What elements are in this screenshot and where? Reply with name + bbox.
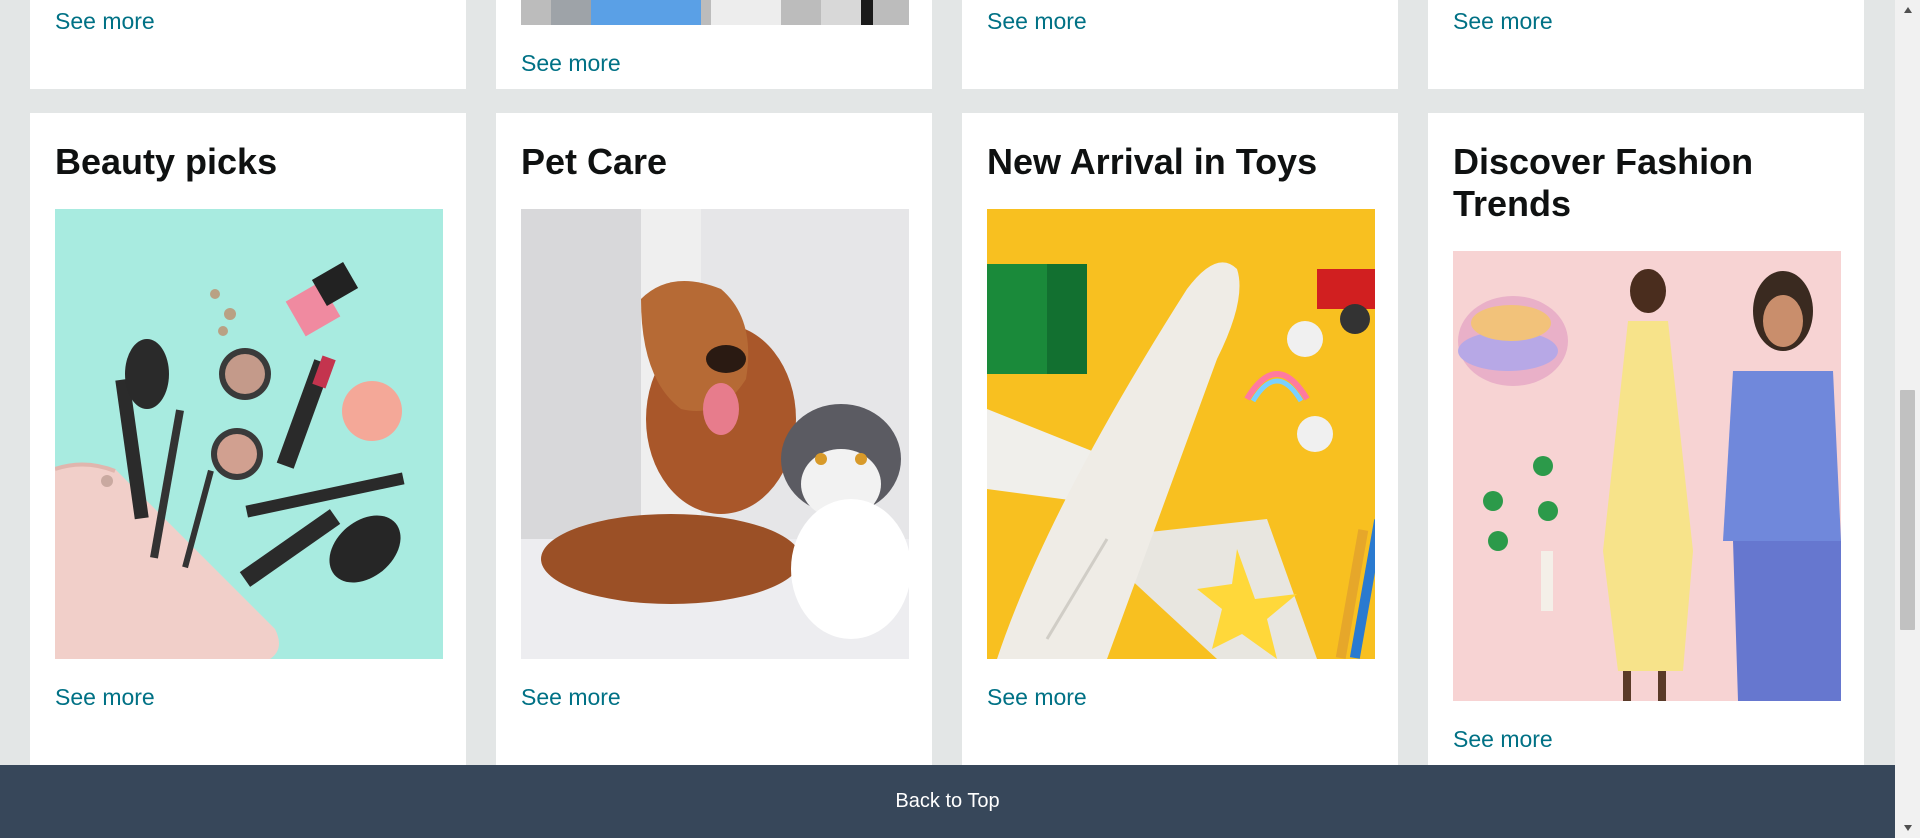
card-title: Discover Fashion Trends [1453,141,1754,224]
scrollbar-thumb[interactable] [1900,390,1915,630]
see-more-link[interactable]: See more [987,8,1087,35]
see-more-link[interactable]: See more [521,684,621,711]
see-more-link[interactable]: See more [987,684,1087,711]
see-more-link[interactable]: See more [55,684,155,711]
scroll-up-icon[interactable] [1895,0,1920,20]
back-to-top-button[interactable]: Back to Top [0,765,1895,838]
makeup-flatlay-image[interactable] [55,209,443,659]
see-more-link[interactable]: See more [521,50,621,77]
scroll-down-icon[interactable] [1895,818,1920,838]
card-top-2: See more [496,0,932,89]
card-title: Beauty picks [55,141,278,182]
see-more-link[interactable]: See more [1453,8,1553,35]
card-top-1: See more [30,0,466,89]
see-more-link[interactable]: See more [1453,726,1553,753]
toy-airplane-image[interactable] [987,209,1375,659]
card-top-4: See more [1428,0,1864,89]
card-beauty-picks: Beauty picks See more [30,113,466,793]
vertical-scrollbar[interactable] [1895,0,1920,838]
card-title: Pet Care [521,141,668,182]
see-more-link[interactable]: See more [55,8,155,35]
page-viewport: See more See more See more See more Beau… [0,0,1895,838]
card-pet-care: Pet Care See more [496,113,932,793]
card-top-3: See more [962,0,1398,89]
dog-and-cat-image[interactable] [521,209,909,659]
card-title: New Arrival in Toys [987,141,1318,182]
card-fashion: Discover Fashion Trends See more [1428,113,1864,793]
card-toys: New Arrival in Toys See more [962,113,1398,793]
fashion-models-image[interactable] [1453,251,1841,701]
product-image[interactable] [521,0,909,25]
